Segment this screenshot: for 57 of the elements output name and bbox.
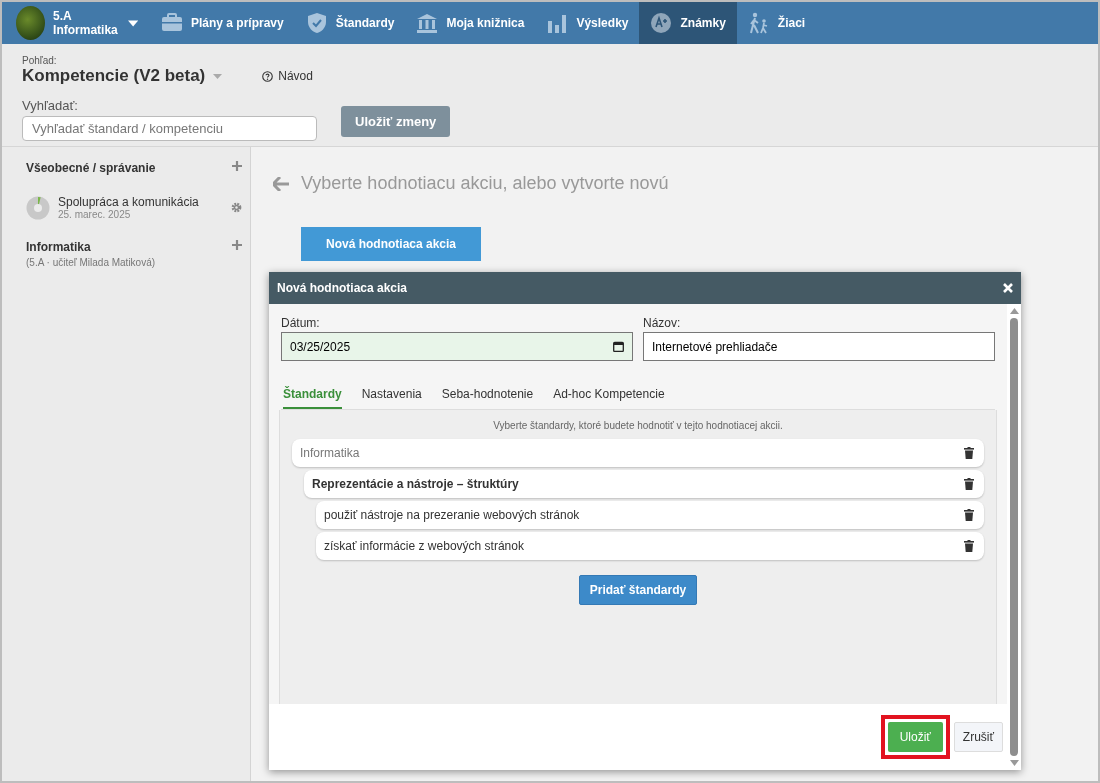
scrollbar[interactable] [1007,304,1021,770]
group-subtitle: (5.A · učiteľ Milada Matiková) [26,257,157,268]
search-field[interactable]: Vyhľadať štandard / kompetenciu [22,116,317,141]
standard-label: použiť nástroje na prezeranie webových stránok [324,508,580,522]
help-link[interactable]: Návod [278,69,313,83]
trash-icon[interactable] [964,478,974,490]
view-label: Pohľad: [22,55,58,66]
name-field[interactable]: Internetové prehliadače [643,332,995,361]
grade-icon [650,12,673,34]
briefcase-icon [161,12,183,34]
nav-tab[interactable]: Výsledky [535,2,640,44]
page-title: Vyberte hodnotiacu akciu, alebo vytvorte novú [301,173,669,194]
standard-label: Informatika [300,446,360,460]
gear-icon[interactable] [231,202,242,213]
dialog-title: Nová hodnotiaca akcia [277,281,408,295]
dialog-tab[interactable]: Nastavenia [361,383,422,409]
back-arrow-icon[interactable] [273,176,289,191]
nav-tab[interactable]: Moja knižnica [405,2,536,44]
bar-chart-icon [546,12,569,34]
trash-icon[interactable] [964,447,974,459]
class-name[interactable]: 5.A [53,9,118,23]
dialog-tab[interactable]: Ad-hoc Kompetencie [553,383,665,409]
plus-icon[interactable] [232,161,242,171]
nav-tab[interactable]: Plány a prípravy [150,2,295,44]
search-label: Vyhľadať: [22,98,79,113]
help-icon[interactable] [262,70,274,82]
standard-label: získať informácie z webových stránok [324,539,524,553]
date-label: Dátum: [281,316,321,330]
progress-pie-icon [26,195,50,220]
view-selector[interactable]: Kompetencie (V2 beta) [22,66,206,86]
calendar-icon[interactable] [613,341,624,352]
caret-icon[interactable] [127,19,138,27]
action-date: 25. marec. 2025 [58,209,132,220]
nav-tab[interactable]: Známky [639,2,737,44]
close-icon[interactable] [1003,283,1013,293]
date-field[interactable]: 03/25/2025 [281,332,633,361]
action-title[interactable]: Spolupráca a komunikácia [58,195,223,209]
add-standards-button[interactable]: Pridať štandardy [578,575,698,605]
walking-people-icon [747,12,770,34]
trash-icon[interactable] [964,509,974,521]
library-icon [416,12,439,34]
cancel-button[interactable]: Zrušiť [953,722,1003,752]
subject-name[interactable]: Informatika [53,23,118,37]
scroll-down-icon[interactable] [1009,760,1019,766]
name-label: Názov: [643,316,682,330]
standard-label: Reprezentácie a nástroje – štruktúry [312,477,519,491]
nav-tab[interactable]: Žiaci [736,2,817,44]
school-logo-icon [16,6,46,40]
scroll-up-icon[interactable] [1009,308,1019,314]
group-title[interactable]: Informatika [26,240,232,254]
dialog-tab[interactable]: Seba-hodnotenie [441,383,534,409]
instruction-text: Vyberte štandardy, ktoré budete hodnotiť v tejto hodnotiacej akcii. [492,420,784,431]
group-title[interactable]: Všeobecné / správanie [26,161,232,175]
trash-icon[interactable] [964,540,974,552]
shield-check-icon [305,12,328,34]
plus-icon[interactable] [232,240,242,250]
nav-tab[interactable]: Štandardy [294,2,406,44]
